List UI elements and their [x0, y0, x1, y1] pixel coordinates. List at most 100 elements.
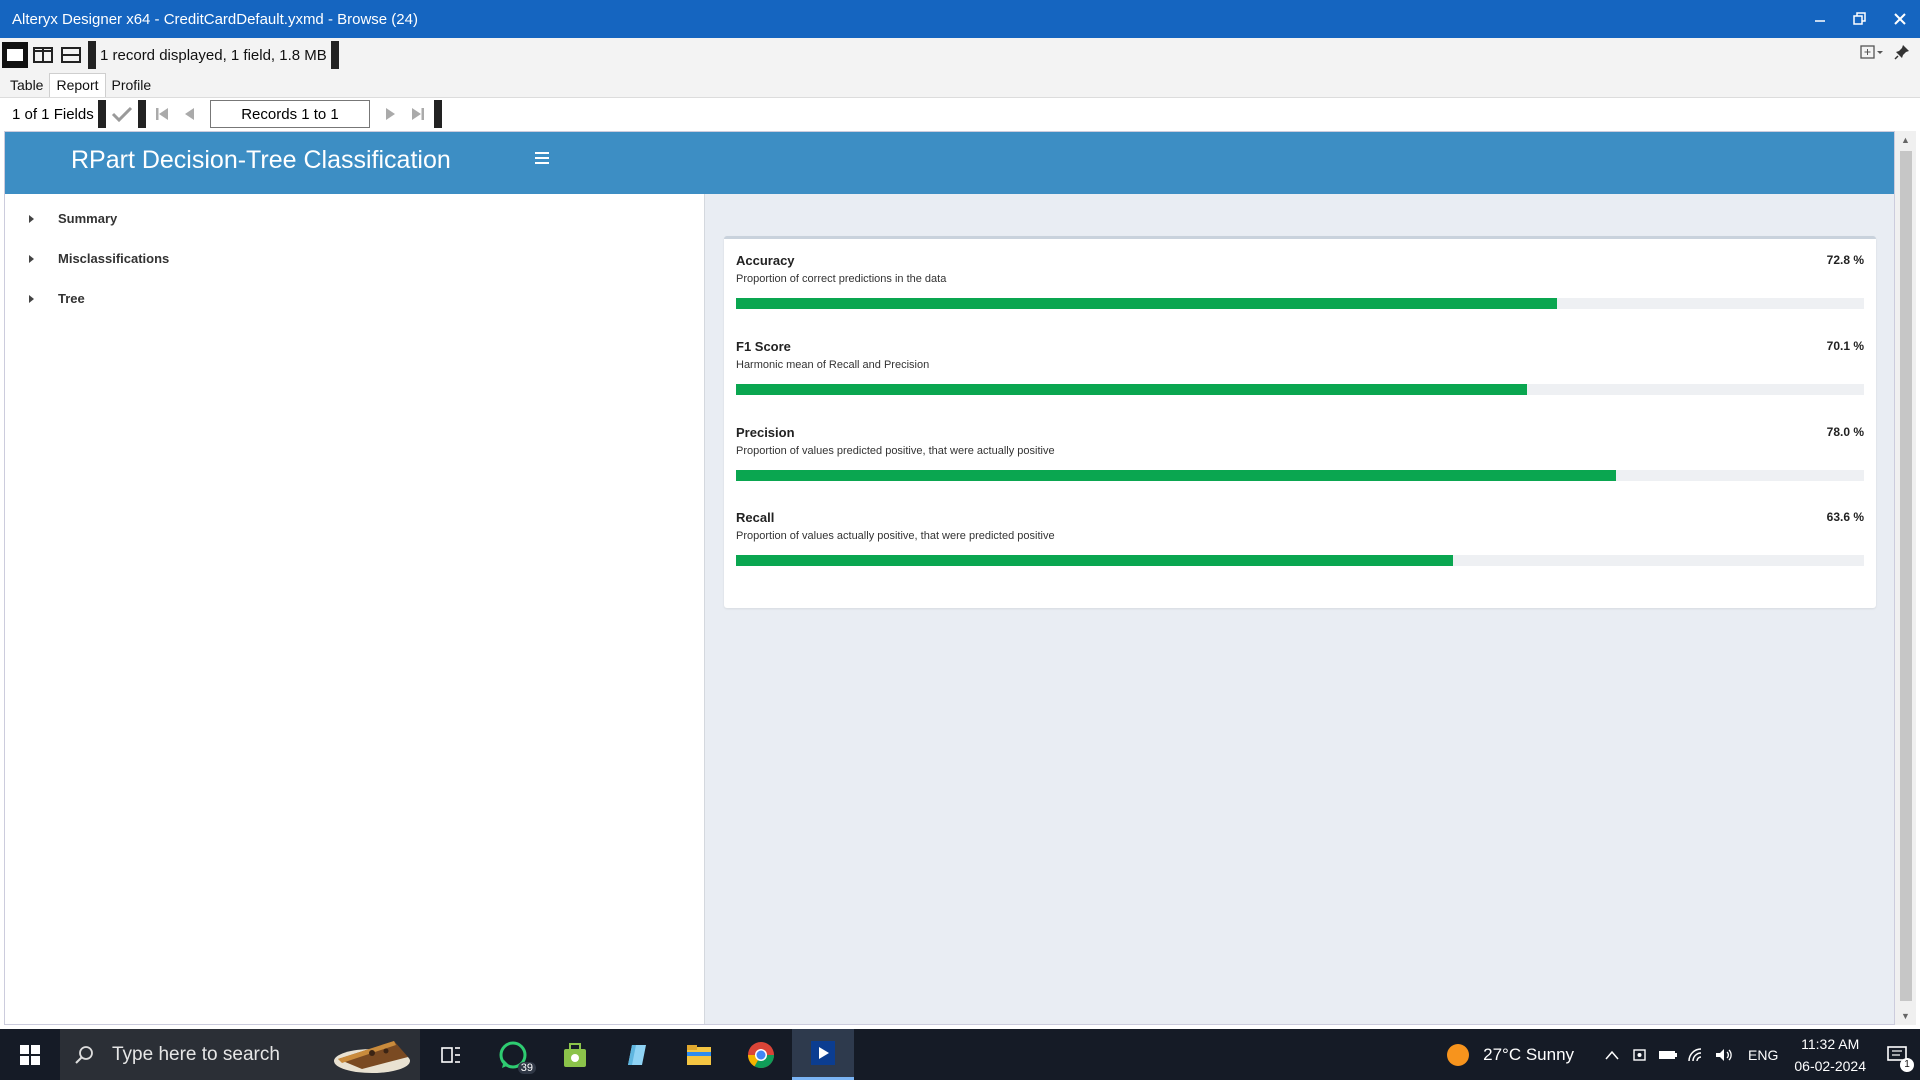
start-button[interactable] — [0, 1029, 60, 1080]
report-view: RPart Decision-Tree Classification Summa… — [4, 131, 1895, 1025]
last-record-icon — [412, 108, 424, 120]
network-button[interactable] — [1682, 1029, 1710, 1080]
sidebar-item-misclassifications[interactable]: Misclassifications — [29, 251, 169, 266]
edit-icon — [628, 1044, 646, 1065]
caret-right-icon — [29, 294, 34, 303]
metric-value: 63.6 % — [1826, 510, 1864, 524]
show-hidden-icons-button[interactable] — [1598, 1029, 1626, 1080]
browse-toolbar: 1 record displayed, 1 field, 1.8 MB — [0, 38, 1920, 72]
sidebar-item-label: Misclassifications — [58, 251, 170, 266]
metrics-card: Accuracy 72.8 % Proportion of correct pr… — [724, 236, 1876, 608]
file-explorer-button[interactable] — [668, 1029, 730, 1080]
split-horizontal-button[interactable] — [58, 42, 84, 68]
camera-icon — [1633, 1048, 1646, 1061]
split-horizontal-icon — [61, 47, 81, 63]
records-range-field[interactable]: Records 1 to 1 — [210, 100, 370, 128]
pin-icon[interactable] — [1894, 44, 1910, 60]
report-sidebar: Summary Misclassifications Tree — [5, 194, 705, 1024]
single-pane-icon — [7, 49, 23, 61]
progress-track — [736, 470, 1864, 481]
meet-now-button[interactable] — [1626, 1029, 1654, 1080]
task-view-button[interactable] — [420, 1029, 482, 1080]
checkmark-icon — [111, 106, 133, 123]
weather-widget[interactable]: 27°C Sunny — [1447, 1043, 1575, 1066]
chrome-icon — [747, 1041, 775, 1068]
clock-date: 06-02-2024 — [1794, 1057, 1866, 1074]
metric-description: Harmonic mean of Recall and Precision — [736, 359, 930, 371]
search-placeholder: Type here to search — [112, 1043, 280, 1065]
language-indicator[interactable]: ENG — [1748, 1047, 1778, 1063]
nav-separator — [138, 100, 146, 128]
vertical-scrollbar[interactable]: ▲ ▼ — [1895, 131, 1916, 1025]
chevron-up-icon — [1605, 1050, 1619, 1059]
pie-slice-icon — [334, 1041, 410, 1073]
single-view-button[interactable] — [2, 42, 28, 68]
report-title: RPart Decision-Tree Classification — [71, 146, 451, 174]
windows-taskbar: Type here to search 39 27°C Sunny ENG 11… — [0, 1029, 1920, 1080]
file-explorer-icon — [687, 1044, 711, 1065]
taskbar-search[interactable]: Type here to search — [60, 1029, 420, 1080]
sidebar-item-summary[interactable]: Summary — [29, 211, 117, 226]
metric-name: F1 Score — [736, 339, 791, 354]
battery-button[interactable] — [1654, 1029, 1682, 1080]
whatsapp-button[interactable]: 39 — [482, 1029, 544, 1080]
nav-separator — [434, 100, 442, 128]
close-button[interactable] — [1880, 0, 1920, 38]
title-bar: Alteryx Designer x64 - CreditCardDefault… — [0, 0, 1920, 38]
tab-profile[interactable]: Profile — [106, 74, 158, 97]
system-tray: 27°C Sunny ENG 11:32 AM 06-02-2024 1 — [1447, 1029, 1920, 1080]
next-record-button[interactable] — [376, 100, 404, 128]
apply-button[interactable] — [108, 100, 136, 128]
first-record-button[interactable] — [148, 100, 176, 128]
notification-count: 1 — [1900, 1058, 1914, 1072]
last-record-button[interactable] — [404, 100, 432, 128]
metric-value: 78.0 % — [1826, 425, 1864, 439]
metric-name: Precision — [736, 425, 795, 440]
scroll-up-icon[interactable]: ▲ — [1901, 135, 1910, 145]
chrome-button[interactable] — [730, 1029, 792, 1080]
weather-text: 27°C Sunny — [1483, 1044, 1575, 1064]
windows-icon — [20, 1044, 40, 1065]
progress-track — [736, 384, 1864, 395]
metric-value: 72.8 % — [1826, 253, 1864, 267]
metric-accuracy: Accuracy 72.8 % Proportion of correct pr… — [736, 253, 1864, 333]
metric-description: Proportion of values actually positive, … — [736, 530, 1055, 542]
caret-right-icon — [29, 214, 34, 223]
metric-description: Proportion of correct predictions in the… — [736, 273, 947, 285]
progress-fill — [736, 298, 1558, 309]
minimize-button[interactable] — [1800, 0, 1840, 38]
menu-icon[interactable] — [535, 152, 549, 167]
split-vertical-icon — [33, 47, 53, 63]
clock[interactable]: 11:32 AM 06-02-2024 — [1794, 1033, 1866, 1077]
speaker-icon — [1716, 1048, 1732, 1061]
task-view-icon — [441, 1046, 460, 1063]
notification-center-button[interactable]: 1 — [1876, 1029, 1920, 1080]
first-record-icon — [156, 108, 168, 120]
window-title: Alteryx Designer x64 - CreditCardDefault… — [12, 10, 418, 28]
layout-dropdown-icon[interactable] — [1860, 44, 1884, 60]
wifi-icon — [1688, 1047, 1702, 1061]
progress-track — [736, 555, 1864, 566]
previous-record-button[interactable] — [176, 100, 204, 128]
previous-icon — [185, 108, 194, 120]
volume-button[interactable] — [1710, 1029, 1738, 1080]
scroll-down-icon[interactable]: ▼ — [1901, 1011, 1910, 1021]
tab-table[interactable]: Table — [4, 74, 49, 97]
alteryx-button[interactable] — [792, 1029, 854, 1080]
metric-description: Proportion of values predicted positive,… — [736, 445, 1055, 457]
split-vertical-button[interactable] — [30, 42, 56, 68]
sun-icon — [1447, 1043, 1470, 1066]
sidebar-item-tree[interactable]: Tree — [29, 291, 85, 306]
metric-name: Recall — [736, 510, 775, 525]
metric-recall: Recall 63.6 % Proportion of values actua… — [736, 510, 1864, 590]
sidebar-item-label: Summary — [58, 211, 118, 226]
tab-report[interactable]: Report — [49, 73, 106, 97]
report-header: RPart Decision-Tree Classification — [5, 132, 1894, 194]
browse-tabs: Table Report Profile — [0, 72, 1920, 98]
notes-button[interactable] — [606, 1029, 668, 1080]
record-status: 1 record displayed, 1 field, 1.8 MB — [100, 46, 327, 64]
store-button[interactable] — [544, 1029, 606, 1080]
restore-button[interactable] — [1840, 0, 1880, 38]
nav-separator — [98, 100, 106, 128]
scrollbar-thumb[interactable] — [1900, 151, 1912, 1001]
